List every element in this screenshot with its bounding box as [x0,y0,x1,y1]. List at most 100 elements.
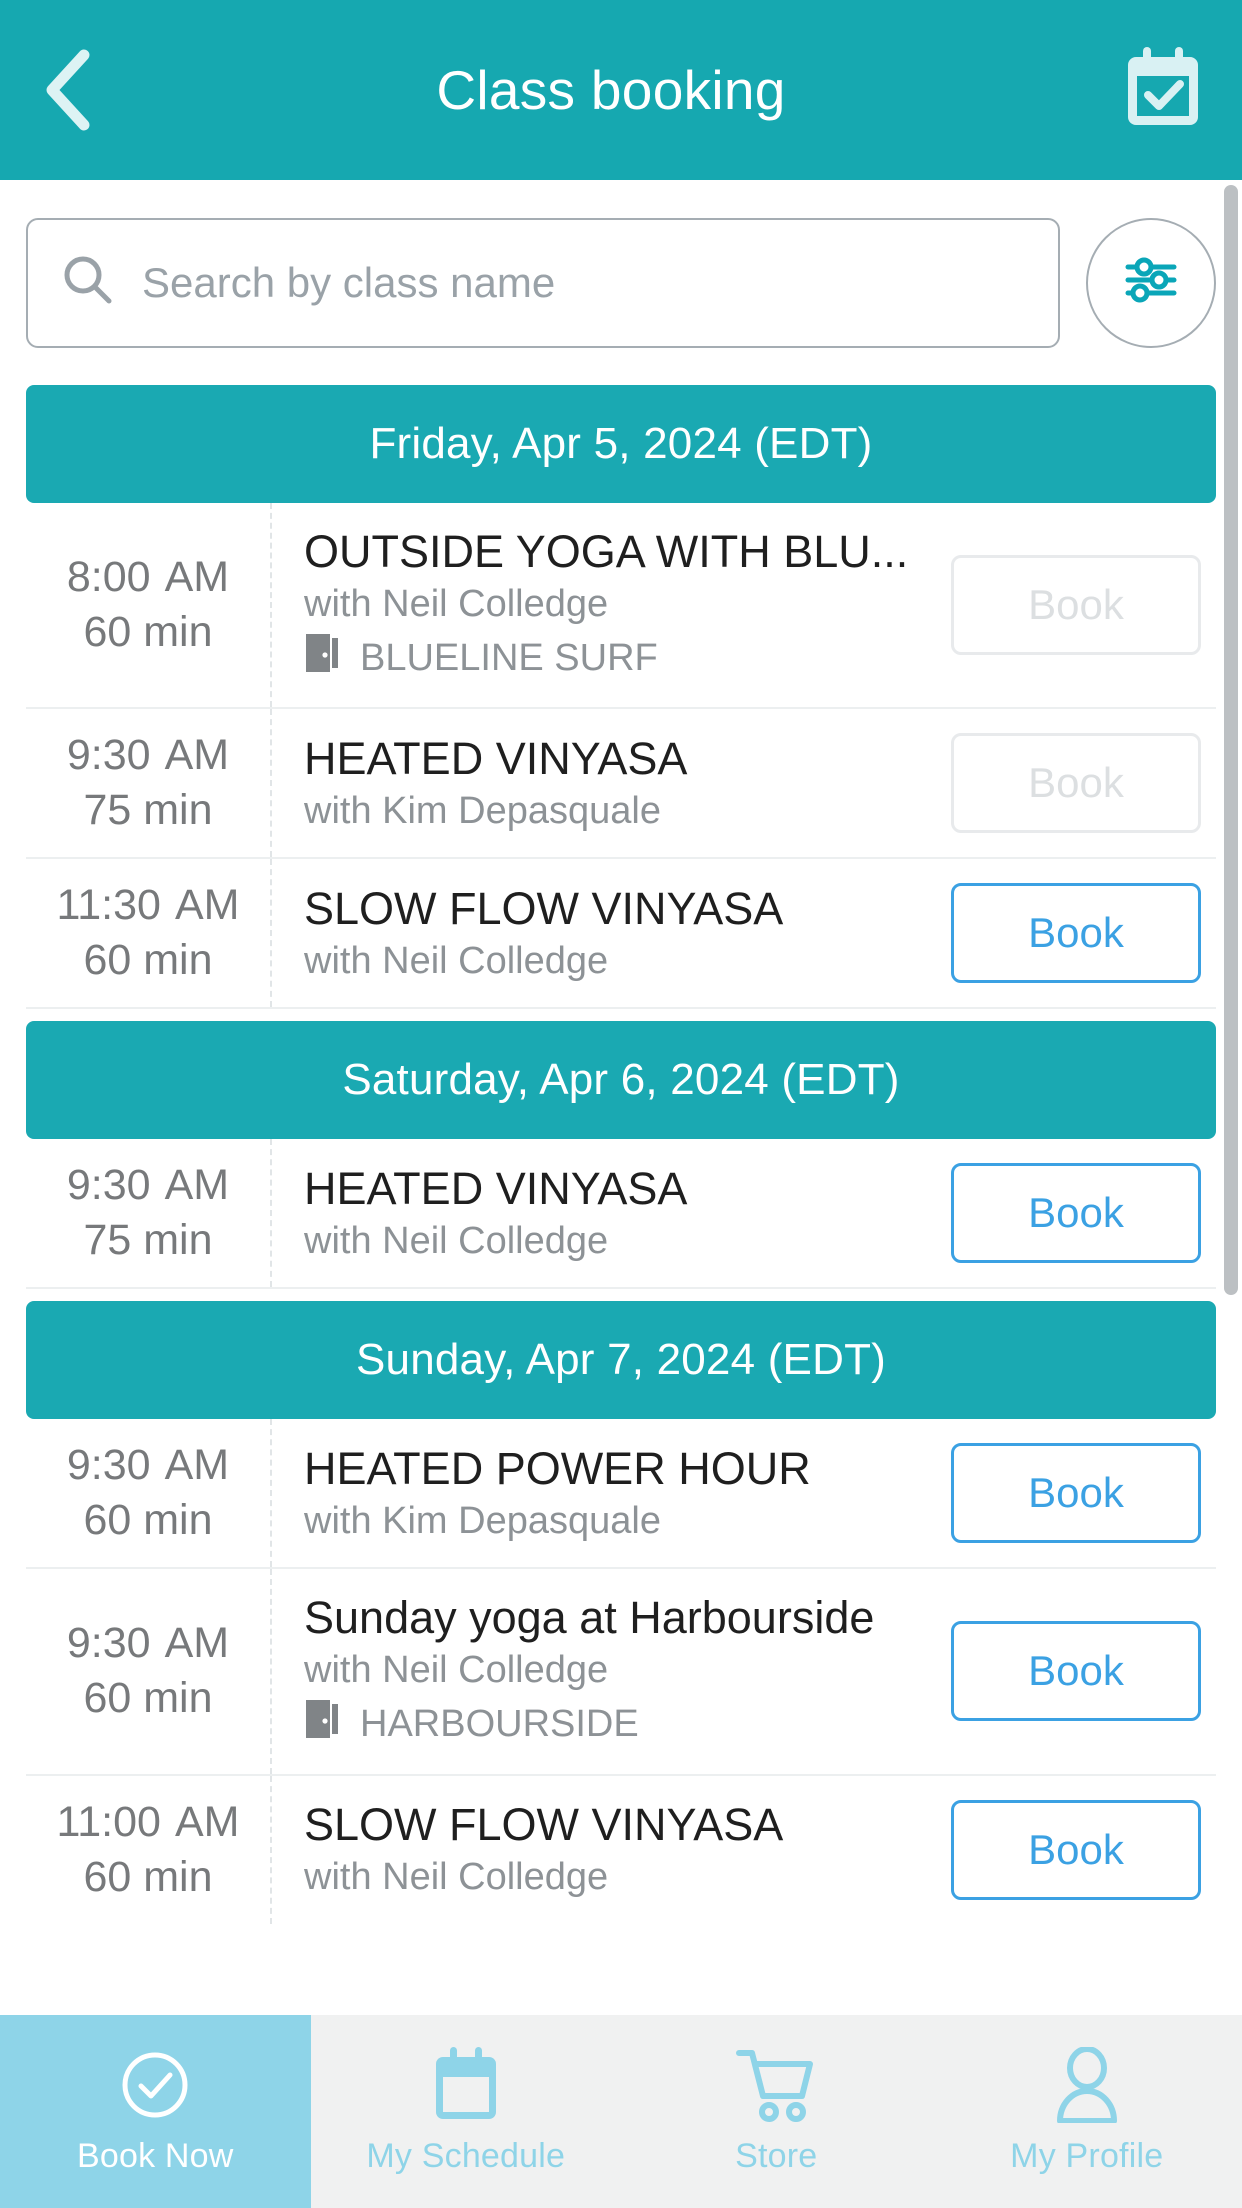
class-info-column: HEATED POWER HOUR with Kim Depasquale [272,1419,946,1567]
book-button: Book [951,555,1201,656]
class-instructor: with Neil Colledge [304,940,609,983]
nav-item-label: Store [735,2137,818,2175]
class-start-time: 8:00 AM [66,553,230,602]
class-info-column: SLOW FLOW VINYASA with Neil Colledge [272,859,946,1007]
class-duration: 60 min [83,936,213,985]
book-button[interactable]: Book [951,1621,1201,1722]
scrollbar-thumb[interactable] [1224,185,1238,1295]
class-time-column: 9:30 AM 60 min [26,1569,272,1774]
class-title: HEATED VINYASA [304,732,688,784]
search-row [0,180,1242,385]
nav-item-my-profile[interactable]: My Profile [932,2015,1242,2208]
class-duration: 60 min [83,1674,213,1723]
class-list[interactable]: Friday, Apr 5, 2024 (EDT) 8:00 AM 60 min OUT… [0,385,1242,2015]
book-button[interactable]: Book [951,1443,1201,1544]
nav-item-my-schedule[interactable]: My Schedule [311,2015,622,2208]
class-start-time: 9:30 AM [66,1161,230,1210]
class-time-column: 9:30 AM 75 min [26,1139,272,1288]
class-info-column: OUTSIDE YOGA WITH BLU... with Neil Colled… [272,503,946,707]
chevron-left-icon [40,45,100,135]
calendar-icon [433,2047,499,2123]
calendar-button[interactable] [1112,45,1202,135]
class-time-column: 9:30 AM 60 min [26,1419,272,1568]
nav-item-label: My Profile [1010,2137,1164,2175]
book-button[interactable]: Book [951,1799,1201,1900]
class-start-time: 9:30 AM [66,731,230,780]
search-box[interactable] [26,217,1060,348]
door-icon [304,1698,342,1752]
user-icon [1052,2047,1122,2123]
class-location-label: HARBOURSIDE [360,1702,639,1745]
book-button-column: Book [946,859,1216,1007]
class-instructor: with Kim Depasquale [304,790,661,833]
class-info-column: Sunday yoga at Harbourside with Neil Coll… [272,1569,946,1773]
class-duration: 60 min [83,1496,213,1545]
class-start-time: 11:00 AM [56,1797,240,1846]
book-button-column: Book [946,503,1216,707]
class-location: HARBOURSIDE [304,1698,936,1752]
class-title: SLOW FLOW VINYASA [304,1799,784,1851]
class-title: SLOW FLOW VINYASA [304,882,784,934]
nav-item-label: My Schedule [366,2137,566,2175]
class-row[interactable]: 9:30 AM 75 min HEATED VINYASA with Neil Coll… [26,1139,1216,1290]
class-row[interactable]: 9:30 AM 60 min HEATED POWER HOUR with Kim De… [26,1419,1216,1570]
nav-item-store[interactable]: Store [621,2015,932,2208]
class-title: HEATED VINYASA [304,1162,688,1214]
app-screen: Class booking Search by class name Frida… [0,0,1242,2208]
class-instructor: with Neil Colledge [304,1856,609,1899]
class-title: HEATED POWER HOUR [304,1442,811,1494]
class-row[interactable]: 8:00 AM 60 min OUTSIDE YOGA WITH BLU... with… [26,503,1216,710]
calendar-check-icon [1124,46,1202,134]
class-row[interactable]: 11:00 AM 60 min SLOW FLOW VINYASA with Neil … [26,1775,1216,1924]
class-duration: 60 min [83,608,213,657]
date-header: Saturday, Apr 6, 2024 (EDT) [26,1021,1216,1140]
class-title: Sunday yoga at Harbourside [304,1592,875,1644]
book-button: Book [951,733,1201,834]
search-icon [62,254,114,311]
scrollbar-track[interactable] [1224,185,1242,2005]
class-info-column: HEATED VINYASA with Neil Colledge [272,1139,946,1287]
class-time-column: 11:30 AM 60 min [26,859,272,1008]
bottom-navigation: Book Now My Schedule Store My Profile [0,2015,1242,2208]
sliders-filter-icon [1120,249,1182,316]
class-instructor: with Neil Colledge [304,1220,609,1263]
book-button-column: Book [946,1419,1216,1567]
class-location-label: BLUELINE SURF [360,636,658,679]
page-title: Class booking [436,59,786,121]
class-title: OUTSIDE YOGA WITH BLU... [304,526,909,577]
class-row[interactable]: 9:30 AM 75 min HEATED VINYASA with Kim Depas… [26,709,1216,860]
class-instructor: with Kim Depasquale [304,1500,661,1543]
check-circle-icon [119,2047,191,2123]
book-button-column: Book [946,1139,1216,1287]
class-instructor: with Neil Colledge [304,583,609,626]
book-button-column: Book [946,709,1216,857]
book-button-column: Book [946,1569,1216,1773]
class-time-column: 11:00 AM 60 min [26,1775,272,1924]
class-start-time: 9:30 AM [66,1441,230,1490]
date-header: Friday, Apr 5, 2024 (EDT) [26,385,1216,503]
book-button-column: Book [946,1776,1216,1924]
class-start-time: 11:30 AM [56,881,240,930]
class-duration: 75 min [83,786,213,835]
class-location: BLUELINE SURF [304,632,936,686]
class-instructor: with Neil Colledge [304,1649,609,1692]
class-time-column: 8:00 AM 60 min [26,503,272,708]
shopping-cart-icon [736,2047,816,2123]
class-info-column: HEATED VINYASA with Kim Depasquale [272,709,946,857]
book-button[interactable]: Book [951,1163,1201,1264]
class-row[interactable]: 11:30 AM 60 min SLOW FLOW VINYASA with Neil … [26,859,1216,1010]
app-header: Class booking [0,0,1242,180]
class-start-time: 9:30 AM [66,1619,230,1668]
class-info-column: SLOW FLOW VINYASA with Neil Colledge [272,1776,946,1924]
class-row[interactable]: 9:30 AM 60 min Sunday yoga at Harbourside wi… [26,1569,1216,1776]
class-time-column: 9:30 AM 75 min [26,709,272,858]
search-input[interactable] [142,258,1024,307]
filter-button[interactable] [1086,217,1216,348]
nav-item-label: Book Now [76,2137,234,2175]
class-duration: 75 min [83,1216,213,1265]
nav-item-book-now[interactable]: Book Now [0,2015,311,2208]
book-button[interactable]: Book [951,883,1201,984]
door-icon [304,632,342,686]
date-header: Sunday, Apr 7, 2024 (EDT) [26,1301,1216,1420]
class-duration: 60 min [83,1852,213,1901]
